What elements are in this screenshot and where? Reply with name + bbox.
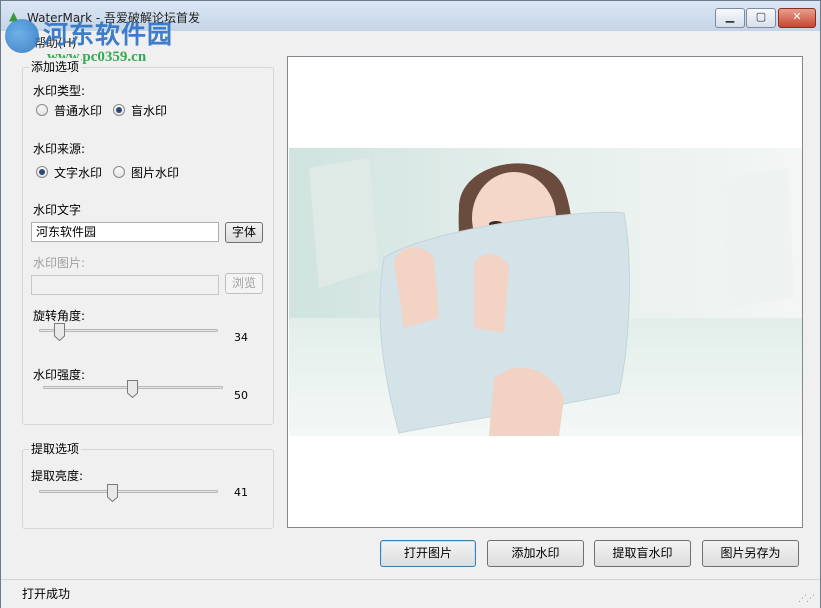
app-window: ▲ WaterMark - 吾爱破解论坛首发 ▁ ▢ ✕ 帮助(H) 河东软件园… xyxy=(0,0,821,608)
extract-brightness-label: 提取亮度: xyxy=(31,469,84,483)
rotation-angle-label: 旋转角度: xyxy=(33,309,86,323)
rotation-value: 34 xyxy=(234,331,248,344)
add-options-title: 添加选项 xyxy=(29,58,82,75)
watermark-source-label: 水印来源: xyxy=(33,142,86,156)
add-watermark-button[interactable]: 添加水印 xyxy=(487,540,584,567)
radio-text-watermark[interactable] xyxy=(36,166,48,178)
preview-photo xyxy=(289,148,802,436)
title-bar[interactable]: ▲ WaterMark - 吾爱破解论坛首发 ▁ ▢ ✕ xyxy=(1,1,820,31)
watermark-text-label: 水印文字 xyxy=(33,203,82,217)
watermark-text-input[interactable]: 河东软件园 xyxy=(31,222,219,242)
radio-image-watermark-label[interactable]: 图片水印 xyxy=(131,164,179,181)
strength-value: 50 xyxy=(234,389,248,402)
resize-grip-icon[interactable]: ⋰⋰ xyxy=(798,594,815,604)
close-button[interactable]: ✕ xyxy=(778,8,816,28)
brightness-slider-thumb[interactable] xyxy=(107,484,118,502)
browse-button[interactable]: 浏览 xyxy=(225,273,263,294)
brightness-value: 41 xyxy=(234,486,248,499)
open-image-button[interactable]: 打开图片 xyxy=(380,540,476,567)
image-preview-panel xyxy=(287,56,803,528)
radio-normal-watermark[interactable] xyxy=(36,104,48,116)
radio-normal-watermark-label[interactable]: 普通水印 xyxy=(54,102,102,119)
watermark-type-label: 水印类型: xyxy=(33,84,86,98)
menu-help[interactable]: 帮助(H) xyxy=(34,34,76,51)
radio-text-watermark-label[interactable]: 文字水印 xyxy=(54,164,102,181)
radio-image-watermark[interactable] xyxy=(113,166,125,178)
extract-blind-watermark-button[interactable]: 提取盲水印 xyxy=(594,540,691,567)
font-button[interactable]: 字体 xyxy=(225,222,263,243)
menu-bar: 帮助(H) xyxy=(1,31,820,51)
brightness-slider-track[interactable] xyxy=(39,490,218,493)
rotation-slider-track[interactable] xyxy=(39,329,218,332)
window-title: WaterMark - 吾爱破解论坛首发 xyxy=(27,11,201,25)
minimize-button[interactable]: ▁ xyxy=(715,8,745,28)
watermark-image-input[interactable] xyxy=(31,275,219,295)
extract-options-title: 提取选项 xyxy=(29,440,82,457)
maximize-button[interactable]: ▢ xyxy=(746,8,776,28)
radio-blind-watermark[interactable] xyxy=(113,104,125,116)
app-icon: ▲ xyxy=(9,9,19,23)
status-bar: 打开成功 ⋰⋰ xyxy=(1,579,820,608)
radio-blind-watermark-label[interactable]: 盲水印 xyxy=(131,102,167,119)
status-text: 打开成功 xyxy=(22,587,71,601)
strength-slider-thumb[interactable] xyxy=(127,380,138,398)
save-image-as-button[interactable]: 图片另存为 xyxy=(702,540,799,567)
watermark-strength-label: 水印强度: xyxy=(33,368,86,382)
watermark-image-label: 水印图片: xyxy=(33,256,86,270)
rotation-slider-thumb[interactable] xyxy=(54,323,65,341)
